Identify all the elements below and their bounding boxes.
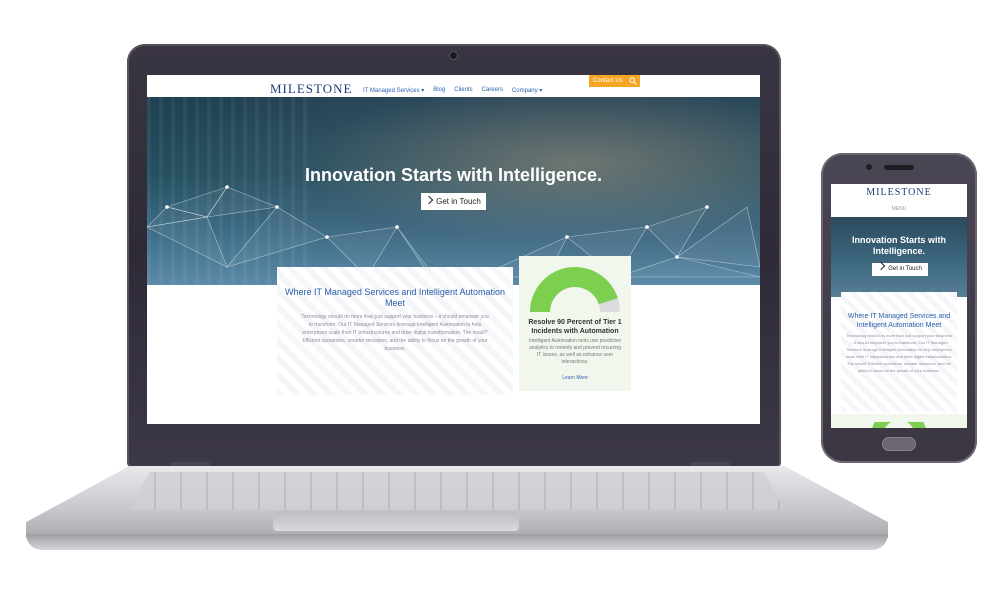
phone-screen: MILESTONE MENU Innovation Starts with In… [831, 184, 967, 428]
content-section: Where IT Managed Services and Intelligen… [147, 256, 760, 424]
phone-home-button[interactable] [882, 437, 916, 451]
mobile-intro-heading: Where IT Managed Services and Intelligen… [847, 313, 951, 329]
card-text: Intelligent Automation tools use predict… [529, 338, 621, 365]
gauge-chart [530, 266, 620, 312]
phone-speaker [884, 165, 914, 170]
card-heading: Resolve 90 Percent of Tier 1 Incidents w… [528, 319, 622, 335]
search-button[interactable] [626, 75, 640, 87]
mobile-menu-button[interactable]: MENU [831, 206, 967, 212]
nav-company[interactable]: Company ▾ [512, 87, 542, 94]
get-in-touch-label: Get in Touch [436, 197, 481, 206]
mobile-intro-panel: Where IT Managed Services and Intelligen… [841, 292, 957, 412]
mobile-hero-title: Innovation Starts with Intelligence. [851, 235, 946, 256]
laptop-keyboard [130, 472, 784, 510]
site-header: MILESTONE IT Managed Services ▾ Blog Cli… [147, 75, 760, 98]
mobile-get-in-touch-button[interactable]: Get in Touch [872, 261, 928, 276]
learn-more-link[interactable]: Learn More [519, 375, 631, 381]
mobile-gauge-chart [872, 422, 926, 428]
contact-us-button[interactable]: Contact Us [589, 75, 627, 87]
laptop-screen: MILESTONE IT Managed Services ▾ Blog Cli… [147, 75, 760, 424]
site-logo[interactable]: MILESTONE [270, 81, 352, 97]
automation-card: Resolve 90 Percent of Tier 1 Incidents w… [519, 256, 631, 391]
mobile-automation-card [831, 414, 967, 428]
search-icon [629, 77, 637, 85]
mobile-hero: Innovation Starts with Intelligence. Get… [831, 217, 967, 297]
hero-banner: Innovation Starts with Intelligence. Get… [147, 97, 760, 285]
mobile-logo[interactable]: MILESTONE [831, 187, 967, 198]
laptop-camera [450, 52, 457, 59]
chevron-right-icon [876, 261, 886, 271]
mobile-get-in-touch-label: Get in Touch [888, 266, 922, 272]
phone-camera [866, 164, 872, 170]
nav-blog[interactable]: Blog [433, 87, 445, 94]
get-in-touch-button[interactable]: Get in Touch [421, 193, 486, 210]
main-nav: IT Managed Services ▾ Blog Clients Caree… [363, 87, 542, 94]
intro-heading: Where IT Managed Services and Intelligen… [285, 287, 505, 308]
nav-careers[interactable]: Careers [482, 87, 503, 94]
intro-panel: Where IT Managed Services and Intelligen… [277, 267, 513, 395]
mobile-intro-text: Technology should do more than just supp… [845, 333, 953, 373]
laptop-touchpad [273, 511, 519, 531]
nav-clients[interactable]: Clients [454, 87, 472, 94]
nav-it-managed-services[interactable]: IT Managed Services ▾ [363, 87, 424, 94]
intro-text: Technology should do more than just supp… [301, 314, 489, 352]
chevron-right-icon [424, 195, 434, 205]
laptop-front-edge [26, 534, 888, 550]
hero-title: Innovation Starts with Intelligence. [304, 165, 603, 185]
